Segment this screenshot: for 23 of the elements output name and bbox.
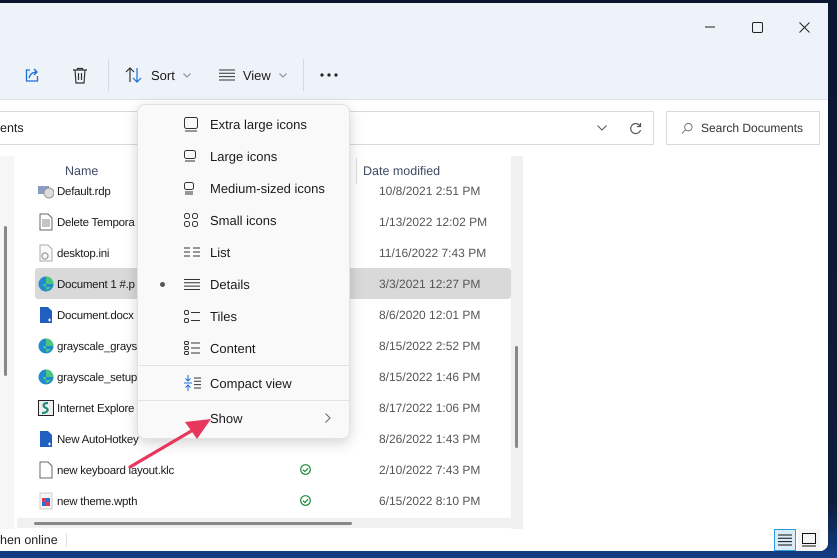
date-modified: 6/15/2022 8:10 PM (379, 494, 480, 508)
file-name: Internet Explore (57, 402, 134, 414)
date-modified: 8/6/2020 12:01 PM (379, 308, 480, 322)
file-name: grayscale_setup (57, 372, 137, 384)
date-modified: 8/26/2022 1:43 PM (379, 432, 480, 446)
file-name: Default.rdp (57, 186, 111, 198)
date-modified: 8/17/2022 1:06 PM (379, 400, 480, 414)
date-modified: 8/15/2022 2:52 PM (379, 338, 480, 352)
file-name: Document 1 #.p (57, 278, 135, 290)
date-modified: 2/10/2022 7:43 PM (379, 462, 480, 476)
date-modified: 8/15/2022 1:46 PM (379, 370, 480, 384)
file-name: Delete Tempora (57, 216, 134, 228)
file-name: Document.docx (57, 310, 134, 322)
file-name: new theme.wpth (57, 496, 138, 508)
date-modified: 3/3/2021 12:27 PM (379, 276, 480, 290)
date-modified: 1/13/2022 12:02 PM (379, 214, 488, 228)
status-text: hen online (0, 533, 59, 547)
file-name: New AutoHotkey (57, 434, 139, 446)
file-name: desktop.ini (57, 248, 110, 260)
file-name: new keyboard layout.klc (57, 464, 174, 476)
file-name: grayscale_grays (57, 340, 137, 352)
date-modified: 11/16/2022 7:43 PM (379, 246, 486, 260)
date-modified: 10/8/2021 2:51 PM (379, 184, 480, 198)
